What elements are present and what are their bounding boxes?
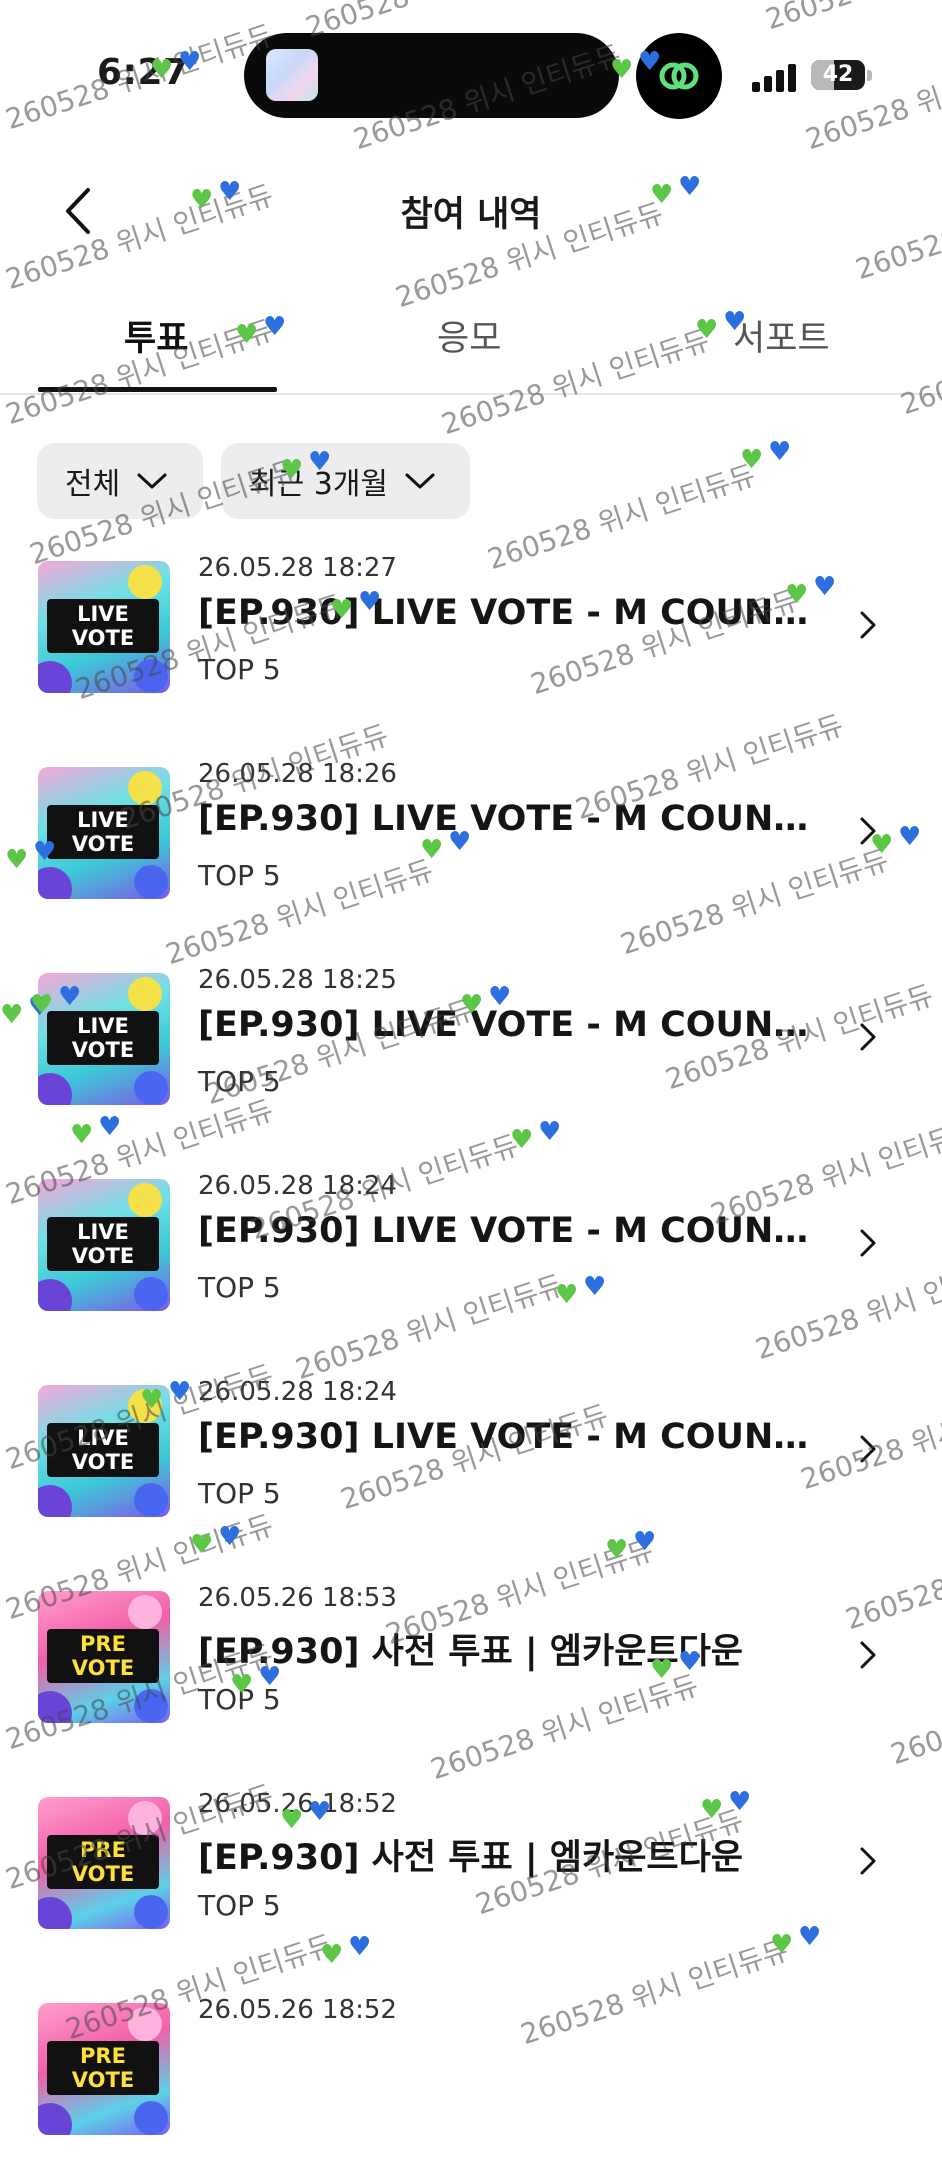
blue-heart-icon: ♥ — [263, 312, 287, 342]
vote-thumbnail-text: LIVE VOTE — [71, 1014, 135, 1062]
vote-thumbnail: PRE VOTE — [38, 1591, 170, 1723]
chevron-right-icon — [860, 817, 876, 845]
vote-thumbnail-badge: PRE VOTE — [47, 1835, 159, 1889]
vote-thumbnail-badge: LIVE VOTE — [47, 805, 159, 859]
chevron-right-icon — [860, 1435, 876, 1463]
vote-thumbnail: PRE VOTE — [38, 1797, 170, 1929]
chevron-down-icon — [137, 473, 167, 489]
filter-type-dropdown[interactable]: 전체 — [37, 443, 203, 519]
item-title: [EP.930] LIVE VOTE - M COUNTD... — [198, 593, 816, 633]
vote-thumbnail: LIVE VOTE — [38, 1179, 170, 1311]
vote-thumbnail-badge: PRE VOTE — [47, 1629, 159, 1683]
vote-thumbnail: LIVE VOTE — [38, 1385, 170, 1517]
vote-thumbnail-text: PRE VOTE — [71, 1838, 135, 1886]
item-date: 26.05.28 18:25 — [198, 965, 397, 995]
tab-divider — [0, 393, 942, 395]
vote-thumbnail: PRE VOTE — [38, 2003, 170, 2135]
page-title: 참여 내역 — [400, 195, 542, 235]
vote-thumbnail-text: LIVE VOTE — [71, 1220, 135, 1268]
vote-thumbnail-badge: LIVE VOTE — [47, 599, 159, 653]
battery-percent: 42 — [822, 62, 854, 87]
item-date: 26.05.26 18:53 — [198, 1583, 397, 1613]
filter-type-label: 전체 — [65, 467, 121, 502]
filter-period-label: 최근 3개월 — [249, 467, 389, 502]
chevron-right-icon — [860, 1229, 876, 1257]
list-item[interactable]: PRE VOTE 26.05.26 18:52 — [0, 1995, 942, 2183]
list-item[interactable]: LIVE VOTE 26.05.28 18:25 [EP.930] LIVE V… — [0, 965, 942, 1153]
item-category: TOP 5 — [198, 1477, 281, 1510]
list-item[interactable]: LIVE VOTE 26.05.28 18:27 [EP.930] LIVE V… — [0, 553, 942, 741]
vote-thumbnail: LIVE VOTE — [38, 767, 170, 899]
vote-thumbnail-badge: PRE VOTE — [47, 2041, 159, 2095]
tab-support[interactable]: 서포트 — [733, 310, 830, 361]
item-title: [EP.930] LIVE VOTE - M COUNTD... — [198, 1005, 816, 1045]
filter-period-dropdown[interactable]: 최근 3개월 — [221, 443, 470, 519]
chevron-right-icon — [860, 1847, 876, 1875]
watermark-text: 260528 위시 인티듀듀 — [483, 458, 760, 577]
list-item[interactable]: LIVE VOTE 26.05.28 18:26 [EP.930] LIVE V… — [0, 759, 942, 947]
battery-icon: 42 — [811, 60, 865, 90]
tab-active-indicator — [38, 387, 277, 392]
item-category: TOP 5 — [198, 653, 281, 686]
item-date: 26.05.26 18:52 — [198, 1995, 397, 2025]
list-item[interactable]: PRE VOTE 26.05.26 18:53 [EP.930] 사전 투표 |… — [0, 1583, 942, 1771]
list-item[interactable]: PRE VOTE 26.05.26 18:52 [EP.930] 사전 투표 |… — [0, 1789, 942, 1977]
item-title: [EP.930] LIVE VOTE - M COUNTD... — [198, 1211, 816, 1251]
item-title: [EP.930] 사전 투표 | 엠카운트다운 — [198, 1632, 744, 1672]
vote-thumbnail-text: PRE VOTE — [71, 2044, 135, 2092]
vote-thumbnail-badge: LIVE VOTE — [47, 1217, 159, 1271]
item-date: 26.05.28 18:24 — [198, 1171, 397, 1201]
green-heart-icon: ♥ — [695, 315, 719, 345]
battery-cap — [867, 70, 872, 81]
item-category: TOP 5 — [198, 1683, 281, 1716]
app-activity-icon[interactable] — [636, 33, 722, 119]
green-heart-icon: ♥ — [235, 320, 259, 350]
chevron-right-icon — [860, 1023, 876, 1051]
list-item[interactable]: LIVE VOTE 26.05.28 18:24 [EP.930] LIVE V… — [0, 1171, 942, 1359]
dynamic-island[interactable] — [244, 33, 619, 118]
chevron-right-icon — [860, 611, 876, 639]
watermark-text: 260528 위시 인티듀듀 — [760, 0, 942, 38]
tab-entry[interactable]: 응모 — [437, 310, 501, 361]
tab-vote[interactable]: 투표 — [124, 310, 188, 361]
vote-thumbnail-text: LIVE VOTE — [71, 808, 135, 856]
now-playing-artwork — [266, 49, 318, 101]
chevron-right-icon — [860, 1641, 876, 1669]
vote-thumbnail: LIVE VOTE — [38, 561, 170, 693]
item-date: 26.05.26 18:52 — [198, 1789, 397, 1819]
vote-thumbnail-text: PRE VOTE — [71, 1632, 135, 1680]
chevron-down-icon — [405, 473, 435, 489]
item-title: [EP.930] LIVE VOTE - M COUNTD... — [198, 799, 816, 839]
vote-thumbnail-text: LIVE VOTE — [71, 1426, 135, 1474]
list-item[interactable]: LIVE VOTE 26.05.28 18:24 [EP.930] LIVE V… — [0, 1377, 942, 1565]
item-title: [EP.930] LIVE VOTE - M COUNTD... — [198, 1417, 816, 1457]
blue-heart-icon: ♥ — [768, 437, 792, 467]
watermark-text: 260528 위시 인티듀듀 — [801, 38, 942, 157]
cellular-signal-icon — [752, 64, 798, 92]
item-date: 26.05.28 18:27 — [198, 553, 397, 583]
vote-thumbnail-text: LIVE VOTE — [71, 602, 135, 650]
item-title: [EP.930] 사전 투표 | 엠카운트다운 — [198, 1838, 744, 1878]
item-category: TOP 5 — [198, 1065, 281, 1098]
item-category: TOP 5 — [198, 1889, 281, 1922]
watermark-text: 260528 위시 인티듀듀 — [896, 303, 942, 422]
vote-thumbnail: LIVE VOTE — [38, 973, 170, 1105]
green-heart-icon: ♥ — [740, 445, 764, 475]
status-time: 6:27 — [97, 52, 189, 93]
item-category: TOP 5 — [198, 1271, 281, 1304]
item-date: 26.05.28 18:24 — [198, 1377, 397, 1407]
vote-thumbnail-badge: LIVE VOTE — [47, 1423, 159, 1477]
item-date: 26.05.28 18:26 — [198, 759, 397, 789]
vote-thumbnail-badge: LIVE VOTE — [47, 1011, 159, 1065]
item-category: TOP 5 — [198, 859, 281, 892]
